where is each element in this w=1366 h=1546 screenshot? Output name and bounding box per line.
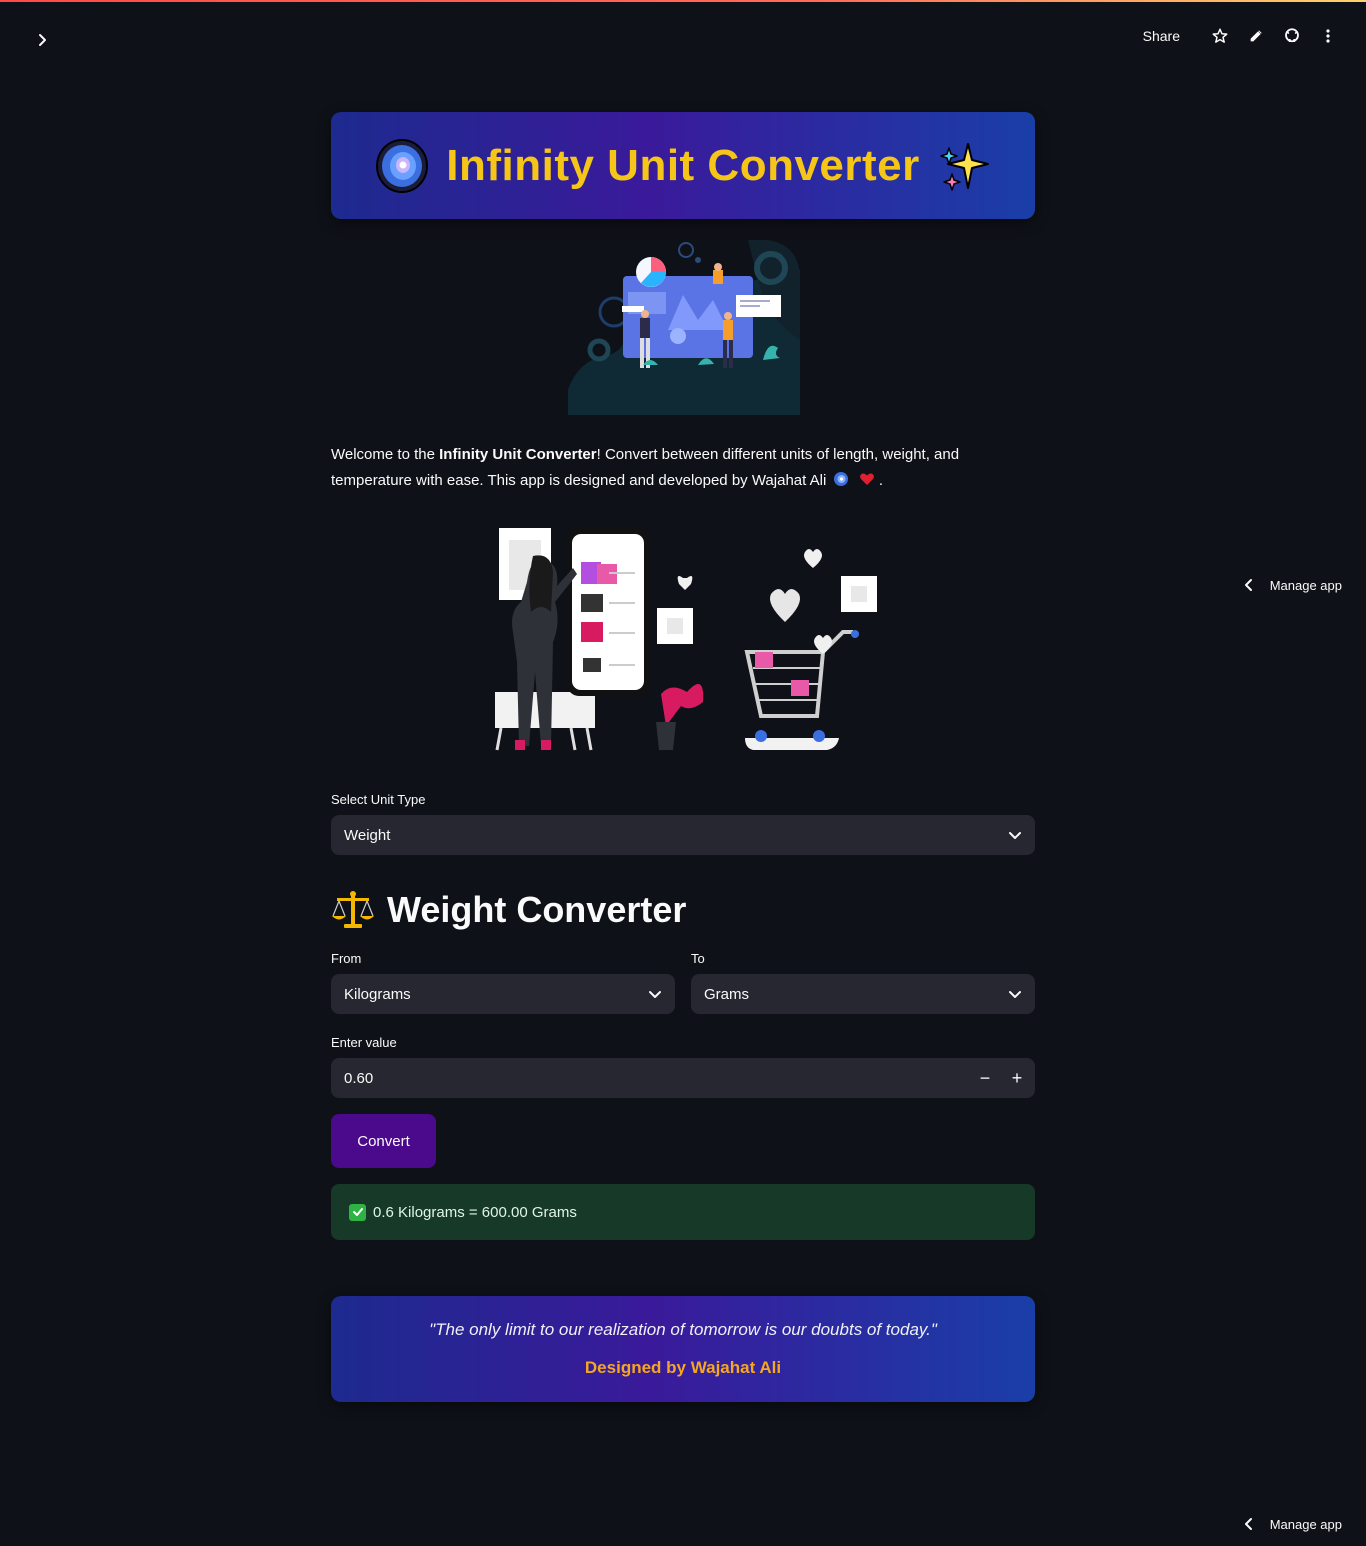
manage-app-label: Manage app — [1269, 1516, 1342, 1532]
footer-banner: "The only limit to our realization of to… — [331, 1296, 1035, 1402]
heart-icon — [859, 473, 874, 485]
chevron-down-icon — [1009, 832, 1021, 839]
manage-app-button-bottom[interactable]: Manage app — [1242, 1514, 1342, 1534]
to-label: To — [691, 951, 705, 966]
galaxy-icon — [834, 472, 849, 486]
to-unit-select[interactable]: Grams — [691, 974, 1035, 1014]
from-unit-value: Kilograms — [344, 985, 411, 1003]
convert-button[interactable]: Convert — [331, 1114, 436, 1168]
chevron-left-icon — [1244, 1518, 1252, 1530]
scales-icon — [332, 891, 374, 928]
unit-type-label: Select Unit Type — [331, 792, 426, 807]
value-label: Enter value — [331, 1035, 397, 1050]
chevron-right-icon — [39, 34, 46, 46]
check-mark-icon — [349, 1203, 366, 1221]
star-icon[interactable] — [1208, 24, 1232, 48]
manage-app-button[interactable]: Manage app — [1242, 575, 1342, 595]
sparkles-icon — [940, 142, 989, 191]
galaxy-icon — [376, 138, 429, 193]
result-text: 0.6 Kilograms = 600.00 Grams — [373, 1203, 577, 1221]
edit-icon[interactable] — [1244, 24, 1268, 48]
more-vert-icon[interactable] — [1316, 24, 1340, 48]
app-toolbar: Share — [1143, 24, 1340, 48]
app-title: Infinity Unit Converter — [446, 140, 920, 190]
value-number-input: − + — [331, 1058, 1035, 1098]
sidebar-expand-button[interactable] — [30, 28, 54, 52]
unit-type-select[interactable]: Weight — [331, 815, 1035, 855]
chevron-down-icon — [1009, 991, 1021, 998]
value-input[interactable] — [331, 1058, 951, 1098]
footer-credit: Designed by Wajahat Ali — [584, 1358, 782, 1377]
to-unit-value: Grams — [704, 985, 749, 1003]
decrement-button[interactable]: − — [969, 1062, 1001, 1094]
result-alert: 0.6 Kilograms = 600.00 Grams — [331, 1184, 1035, 1240]
share-button[interactable]: Share — [1143, 28, 1180, 44]
github-icon[interactable] — [1280, 24, 1304, 48]
from-unit-select[interactable]: Kilograms — [331, 974, 675, 1014]
unit-type-value: Weight — [344, 826, 391, 844]
chevron-left-icon — [1244, 579, 1252, 591]
welcome-paragraph: Welcome to the Infinity Unit Converter! … — [331, 442, 1035, 494]
shopping-illustration — [495, 528, 877, 751]
welcome-prefix: Welcome to the — [331, 446, 440, 463]
welcome-app-name: Infinity Unit Converter — [439, 446, 597, 463]
converter-title: Weight Converter — [387, 889, 687, 930]
footer-quote: "The only limit to our realization of to… — [429, 1320, 937, 1339]
chevron-down-icon — [649, 991, 661, 998]
from-label: From — [331, 951, 362, 966]
increment-button[interactable]: + — [1001, 1062, 1033, 1094]
dashboard-illustration — [568, 240, 800, 415]
converter-heading: Weight Converter — [331, 884, 686, 936]
top-decoration-line — [0, 0, 1366, 2]
welcome-end: . — [874, 472, 883, 489]
manage-app-label: Manage app — [1269, 577, 1342, 593]
header-banner: Infinity Unit Converter — [331, 112, 1035, 219]
